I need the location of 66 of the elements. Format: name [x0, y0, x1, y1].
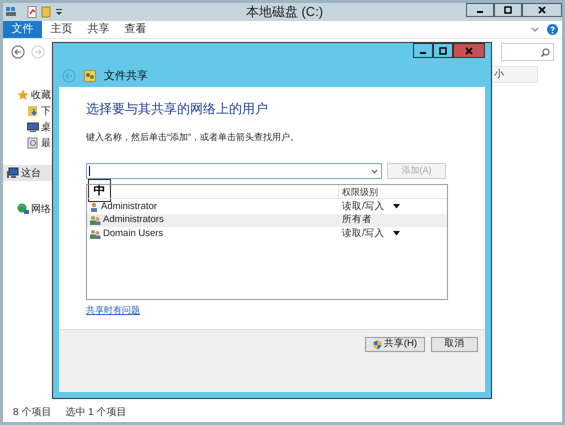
name-combobox[interactable]: [86, 163, 382, 179]
search-field[interactable]: [501, 43, 554, 61]
permission-level: 读取/写入: [342, 226, 385, 241]
folder-icon: [41, 6, 51, 18]
sidebar-item[interactable]: 网络: [3, 201, 53, 217]
person-icon: [89, 202, 99, 212]
dialog-title: 文件共享: [104, 68, 148, 84]
shield-icon: [372, 340, 382, 350]
dropdown-arrow-icon[interactable]: [392, 204, 400, 210]
close-icon: [465, 46, 473, 54]
window-title: 本地磁盘 (C:): [246, 3, 324, 21]
people-icon: [89, 215, 101, 226]
user-row[interactable]: Administrators 所有者: [87, 214, 447, 227]
instruction-text: 键入名称，然后单击“添加”，或者单击箭头查找用户。: [86, 130, 300, 144]
caret-icon: [55, 8, 63, 16]
minimize-button[interactable]: [466, 3, 494, 17]
status-text: 8 个项目: [13, 406, 52, 420]
document-icon: [27, 6, 37, 18]
drive-icon: [5, 6, 17, 18]
help-link[interactable]: 共享时有问题: [86, 304, 140, 318]
user-name: Administrator: [101, 200, 157, 214]
share-button[interactable]: 共享(H): [365, 337, 425, 352]
document-icon: [27, 137, 39, 149]
permission-level: 读取/写入: [342, 200, 385, 214]
close-button[interactable]: [522, 3, 562, 17]
maximize-icon: [439, 46, 447, 54]
globe-icon: [17, 203, 29, 215]
maximize-button[interactable]: [494, 3, 522, 17]
maximize-button[interactable]: [433, 43, 453, 58]
ribbon-tab[interactable]: 主页: [43, 21, 80, 38]
close-icon: [538, 6, 546, 14]
column-header[interactable]: 小: [491, 66, 538, 83]
chevron-icon: [371, 168, 378, 174]
sidebar-item[interactable]: 下: [3, 103, 53, 119]
cancel-button[interactable]: 取消: [431, 337, 478, 352]
monitor-icon: [27, 121, 39, 133]
computer-icon: [7, 167, 19, 179]
dropdown-arrow-icon[interactable]: [392, 231, 400, 236]
back-icon: [11, 45, 25, 59]
ime-tooltip: 中: [88, 179, 111, 202]
people-icon: [84, 70, 96, 82]
column-header[interactable]: 权限级别: [339, 185, 447, 198]
maximize-icon: [504, 6, 512, 14]
permission-level: 所有者: [342, 213, 372, 228]
dialog-heading: 选择要与其共享的网络上的用户: [86, 100, 269, 118]
chevron-icon: [531, 26, 539, 32]
search-icon: [541, 48, 550, 56]
sidebar-item[interactable]: 最: [3, 135, 53, 151]
sidebar-item[interactable]: 收藏: [3, 87, 53, 103]
user-row[interactable]: Administrator 读取/写入: [87, 200, 447, 214]
ribbon-tab[interactable]: 查看: [117, 21, 154, 38]
user-name: Administrators: [103, 213, 164, 228]
sidebar-item[interactable]: 这台: [3, 165, 53, 181]
user-name: Domain Users: [103, 226, 164, 241]
star-icon: [17, 89, 29, 101]
back-icon: [62, 69, 76, 83]
minimize-button[interactable]: [413, 43, 433, 58]
people-icon: [89, 228, 101, 239]
ribbon-tab[interactable]: 共享: [80, 21, 117, 38]
sidebar-item[interactable]: 桌: [3, 119, 53, 135]
user-row[interactable]: Domain Users 读取/写入: [87, 227, 447, 240]
status-text: 选中 1 个项目: [65, 406, 126, 420]
help-icon: [547, 24, 558, 35]
ribbon-tab[interactable]: 文件: [3, 21, 42, 38]
forward-icon: [31, 45, 45, 59]
folder-icon: [27, 105, 39, 117]
